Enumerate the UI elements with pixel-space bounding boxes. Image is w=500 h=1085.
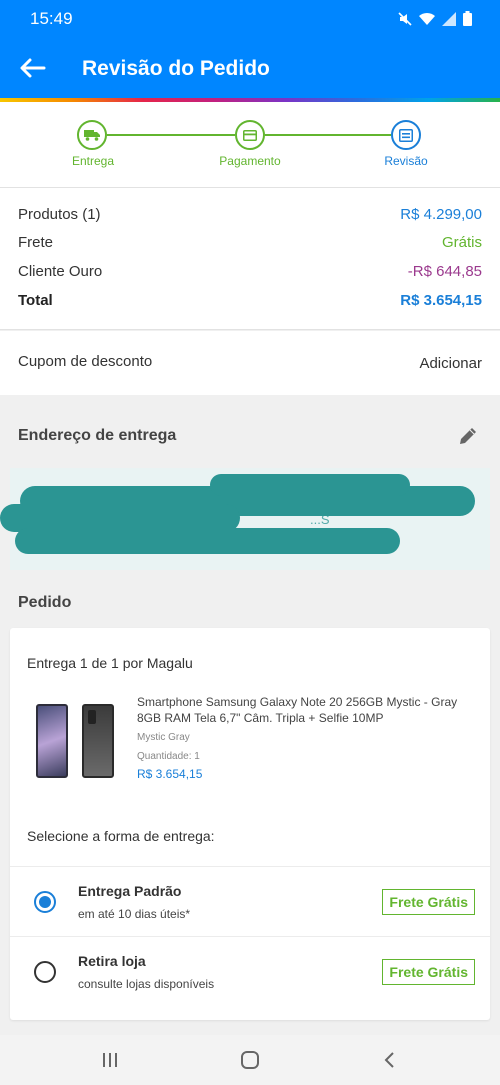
shipping-option-desc: consulte lojas disponíveis xyxy=(78,977,215,991)
pencil-icon xyxy=(460,428,476,444)
summary-row-produtos: Produtos (1) R$ 4.299,00 xyxy=(18,206,482,228)
product-image-front[interactable] xyxy=(36,704,68,778)
receipt-icon xyxy=(399,128,413,142)
product-name: Smartphone Samsung Galaxy Note 20 256GB … xyxy=(137,695,458,725)
step-revisao-label: Revisão xyxy=(384,154,428,168)
system-nav-bar xyxy=(0,1035,500,1085)
step-pagamento[interactable] xyxy=(235,120,265,150)
free-shipping-badge: Frete Grátis xyxy=(382,889,475,915)
battery-icon xyxy=(463,11,472,31)
checkout-stepper: Entrega Pagamento Revisão xyxy=(0,102,500,188)
arrow-left-icon xyxy=(20,58,46,78)
recent-apps-icon xyxy=(103,1053,117,1067)
step-connector xyxy=(107,134,235,136)
product-color: Mystic Gray xyxy=(137,732,190,743)
summary-value: -R$ 644,85 xyxy=(407,263,482,280)
summary-label: Frete xyxy=(18,234,54,251)
shipping-option-desc: em até 10 dias úteis* xyxy=(78,907,191,921)
step-connector xyxy=(265,134,391,136)
recent-apps-button[interactable] xyxy=(98,1049,122,1071)
summary-value: Grátis xyxy=(441,234,482,251)
back-icon xyxy=(384,1052,394,1068)
summary-row-cliente-ouro: Cliente Ouro -R$ 644,85 xyxy=(18,263,482,285)
summary-row-total: Total R$ 3.654,15 xyxy=(18,292,482,314)
coupon-row: Cupom de desconto Adicionar xyxy=(0,331,500,395)
status-bar: 15:49 xyxy=(0,0,500,38)
camera-module xyxy=(88,710,96,724)
product-image-back[interactable] xyxy=(82,704,114,778)
status-icons xyxy=(398,11,472,31)
shipping-option-name: Retira loja xyxy=(78,953,146,969)
redaction-mark xyxy=(210,474,410,496)
address-title: Endereço de entrega xyxy=(18,427,177,444)
delivery-title: Entrega 1 de 1 por Magalu xyxy=(27,655,193,671)
step-revisao[interactable] xyxy=(391,120,421,150)
order-summary: Produtos (1) R$ 4.299,00 Frete Grátis Cl… xyxy=(0,188,500,330)
product-quantity: Quantidade: 1 xyxy=(137,751,200,762)
step-entrega-label: Entrega xyxy=(71,154,115,168)
radio-selected[interactable] xyxy=(34,891,56,913)
home-icon xyxy=(241,1051,259,1069)
product-price: R$ 3.654,15 xyxy=(137,767,203,781)
order-title: Pedido xyxy=(18,594,72,611)
page-title: Revisão do Pedido xyxy=(82,57,270,80)
free-shipping-badge: Frete Grátis xyxy=(382,959,475,985)
edit-address-button[interactable] xyxy=(458,426,478,446)
wifi-icon xyxy=(419,12,435,31)
home-button[interactable] xyxy=(238,1049,262,1071)
mute-icon xyxy=(398,11,412,31)
address-card[interactable]: ...S xyxy=(0,468,490,570)
shipping-select-label: Selecione a forma de entrega: xyxy=(27,828,215,844)
redaction-mark xyxy=(15,528,400,554)
back-button[interactable] xyxy=(18,56,46,80)
coupon-label: Cupom de desconto xyxy=(18,353,153,370)
truck-icon xyxy=(84,130,100,141)
step-pagamento-label: Pagamento xyxy=(219,154,281,168)
signal-icon xyxy=(442,11,456,31)
summary-row-frete: Frete Grátis xyxy=(18,234,482,256)
step-entrega[interactable] xyxy=(77,120,107,150)
summary-label: Total xyxy=(18,292,53,309)
system-back-button[interactable] xyxy=(378,1049,402,1071)
add-coupon-button[interactable]: Adicionar xyxy=(419,355,482,372)
summary-label: Produtos (1) xyxy=(18,206,101,223)
shipping-option-padrao[interactable]: Entrega Padrão em até 10 dias úteis* Fre… xyxy=(10,866,490,936)
status-time: 15:49 xyxy=(30,9,73,28)
shipping-option-name: Entrega Padrão xyxy=(78,883,182,899)
order-card: Entrega 1 de 1 por Magalu Smartphone Sam… xyxy=(10,628,490,1020)
summary-label: Cliente Ouro xyxy=(18,263,103,280)
shipping-option-retira-loja[interactable]: Retira loja consulte lojas disponíveis F… xyxy=(10,936,490,1006)
app-bar: Revisão do Pedido xyxy=(0,38,500,98)
summary-value: R$ 4.299,00 xyxy=(400,206,482,223)
summary-total-value: R$ 3.654,15 xyxy=(400,292,482,309)
card-icon xyxy=(243,129,257,141)
radio-unselected[interactable] xyxy=(34,961,56,983)
